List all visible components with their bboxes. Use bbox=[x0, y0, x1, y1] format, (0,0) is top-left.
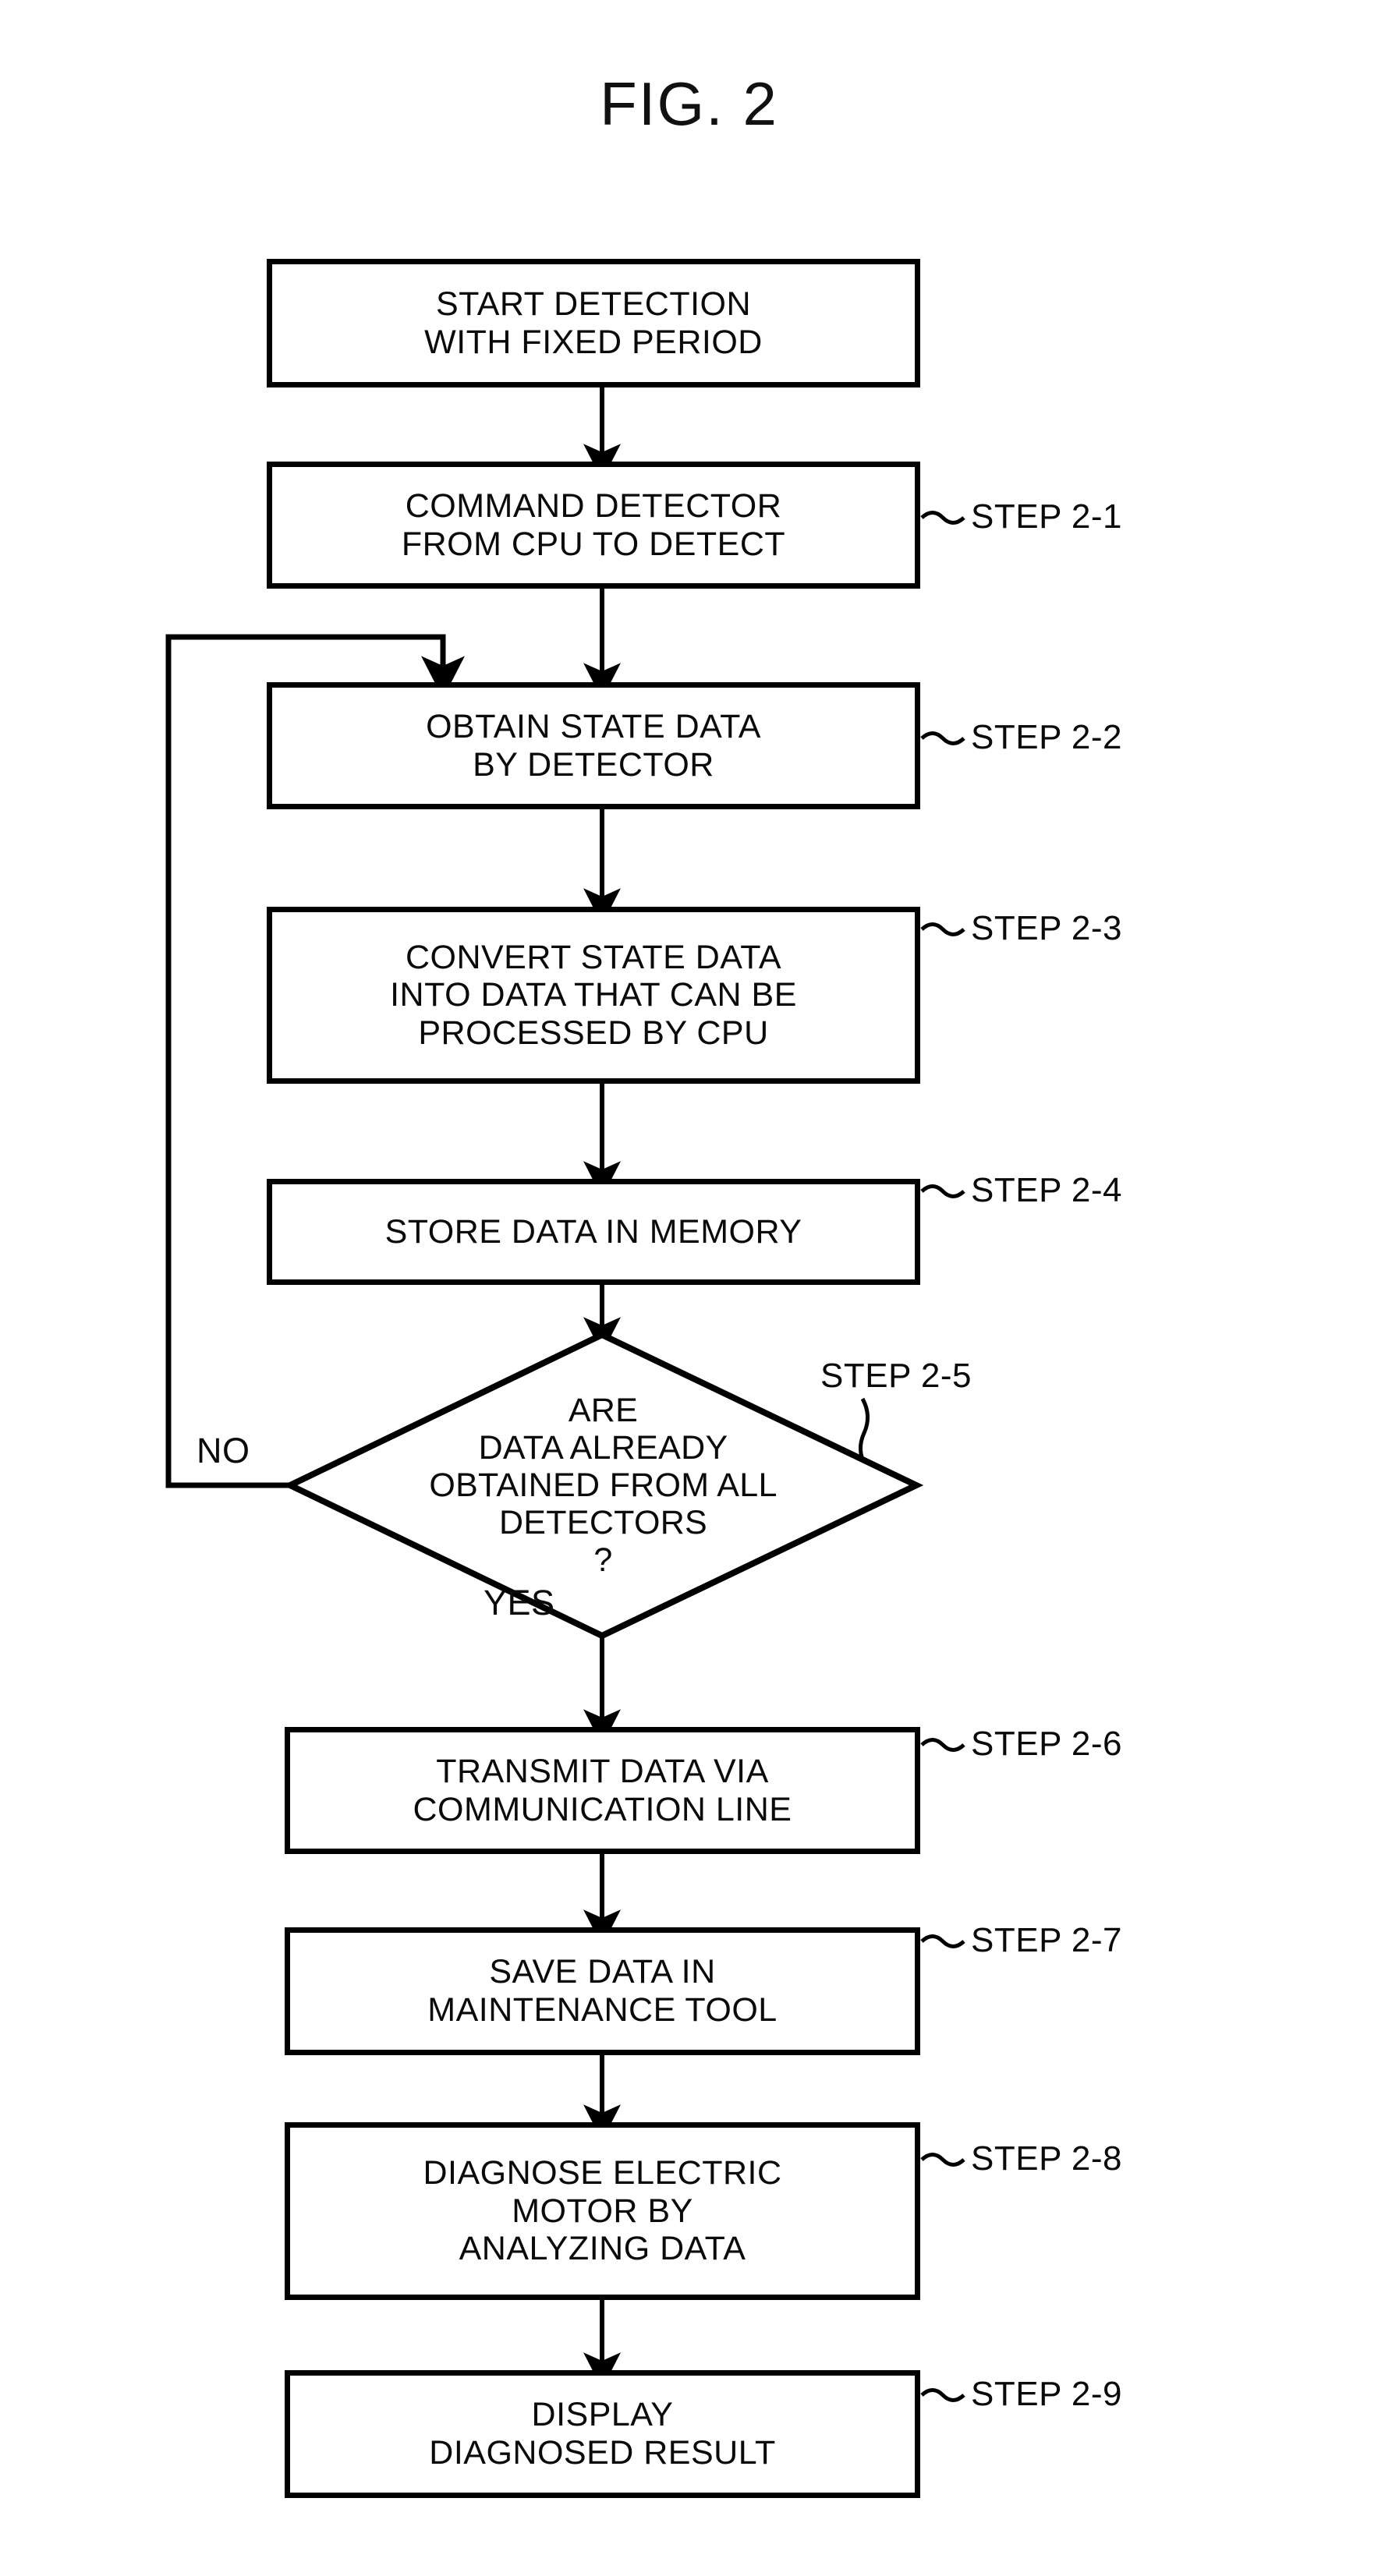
node-step23-text: CONVERT STATE DATA INTO DATA THAT CAN BE… bbox=[390, 938, 797, 1052]
figure-title: FIG. 2 bbox=[600, 69, 778, 138]
node-start-text: START DETECTION WITH FIXED PERIOD bbox=[424, 285, 763, 361]
leader-step29 bbox=[920, 2388, 965, 2402]
node-step23: CONVERT STATE DATA INTO DATA THAT CAN BE… bbox=[267, 907, 920, 1084]
node-step28: DIAGNOSE ELECTRIC MOTOR BY ANALYZING DAT… bbox=[285, 2122, 920, 2300]
leader-step26 bbox=[920, 1738, 965, 1752]
node-step22: OBTAIN STATE DATA BY DETECTOR bbox=[267, 682, 920, 809]
leader-step28 bbox=[920, 2153, 965, 2167]
step-label-2-4: STEP 2-4 bbox=[971, 1171, 1122, 1209]
node-step29-text: DISPLAY DIAGNOSED RESULT bbox=[429, 2396, 776, 2472]
step-label-2-5: STEP 2-5 bbox=[820, 1357, 972, 1395]
leader-step23 bbox=[920, 922, 965, 936]
leader-step27 bbox=[920, 1934, 965, 1948]
node-step27-text: SAVE DATA IN MAINTENANCE TOOL bbox=[427, 1953, 778, 2029]
node-step26: TRANSMIT DATA VIA COMMUNICATION LINE bbox=[285, 1727, 920, 1854]
node-step21: COMMAND DETECTOR FROM CPU TO DETECT bbox=[267, 462, 920, 589]
node-step28-text: DIAGNOSE ELECTRIC MOTOR BY ANALYZING DAT… bbox=[423, 2154, 782, 2268]
node-step26-text: TRANSMIT DATA VIA COMMUNICATION LINE bbox=[413, 1752, 792, 1828]
step-label-2-2: STEP 2-2 bbox=[971, 718, 1122, 756]
node-step29: DISPLAY DIAGNOSED RESULT bbox=[285, 2370, 920, 2498]
leader-step24 bbox=[920, 1184, 965, 1198]
node-step22-text: OBTAIN STATE DATA BY DETECTOR bbox=[426, 707, 761, 784]
node-step24: STORE DATA IN MEMORY bbox=[267, 1179, 920, 1285]
node-start: START DETECTION WITH FIXED PERIOD bbox=[267, 259, 920, 387]
step-label-2-9: STEP 2-9 bbox=[971, 2375, 1122, 2413]
node-step27: SAVE DATA IN MAINTENANCE TOOL bbox=[285, 1927, 920, 2055]
figure-root: FIG. 2 START DETECTION WITH FIXED PERIOD… bbox=[0, 0, 1378, 2576]
step-label-2-1: STEP 2-1 bbox=[971, 497, 1122, 536]
step-label-2-8: STEP 2-8 bbox=[971, 2139, 1122, 2178]
node-step21-text: COMMAND DETECTOR FROM CPU TO DETECT bbox=[401, 487, 786, 563]
step-label-2-6: STEP 2-6 bbox=[971, 1725, 1122, 1763]
branch-label-yes: YES bbox=[484, 1583, 555, 1622]
branch-label-no: NO bbox=[197, 1431, 250, 1470]
step-label-2-7: STEP 2-7 bbox=[971, 1921, 1122, 1959]
node-step24-text: STORE DATA IN MEMORY bbox=[384, 1212, 802, 1251]
leader-step21 bbox=[920, 511, 965, 525]
step-label-2-3: STEP 2-3 bbox=[971, 909, 1122, 947]
leader-step22 bbox=[920, 731, 965, 745]
